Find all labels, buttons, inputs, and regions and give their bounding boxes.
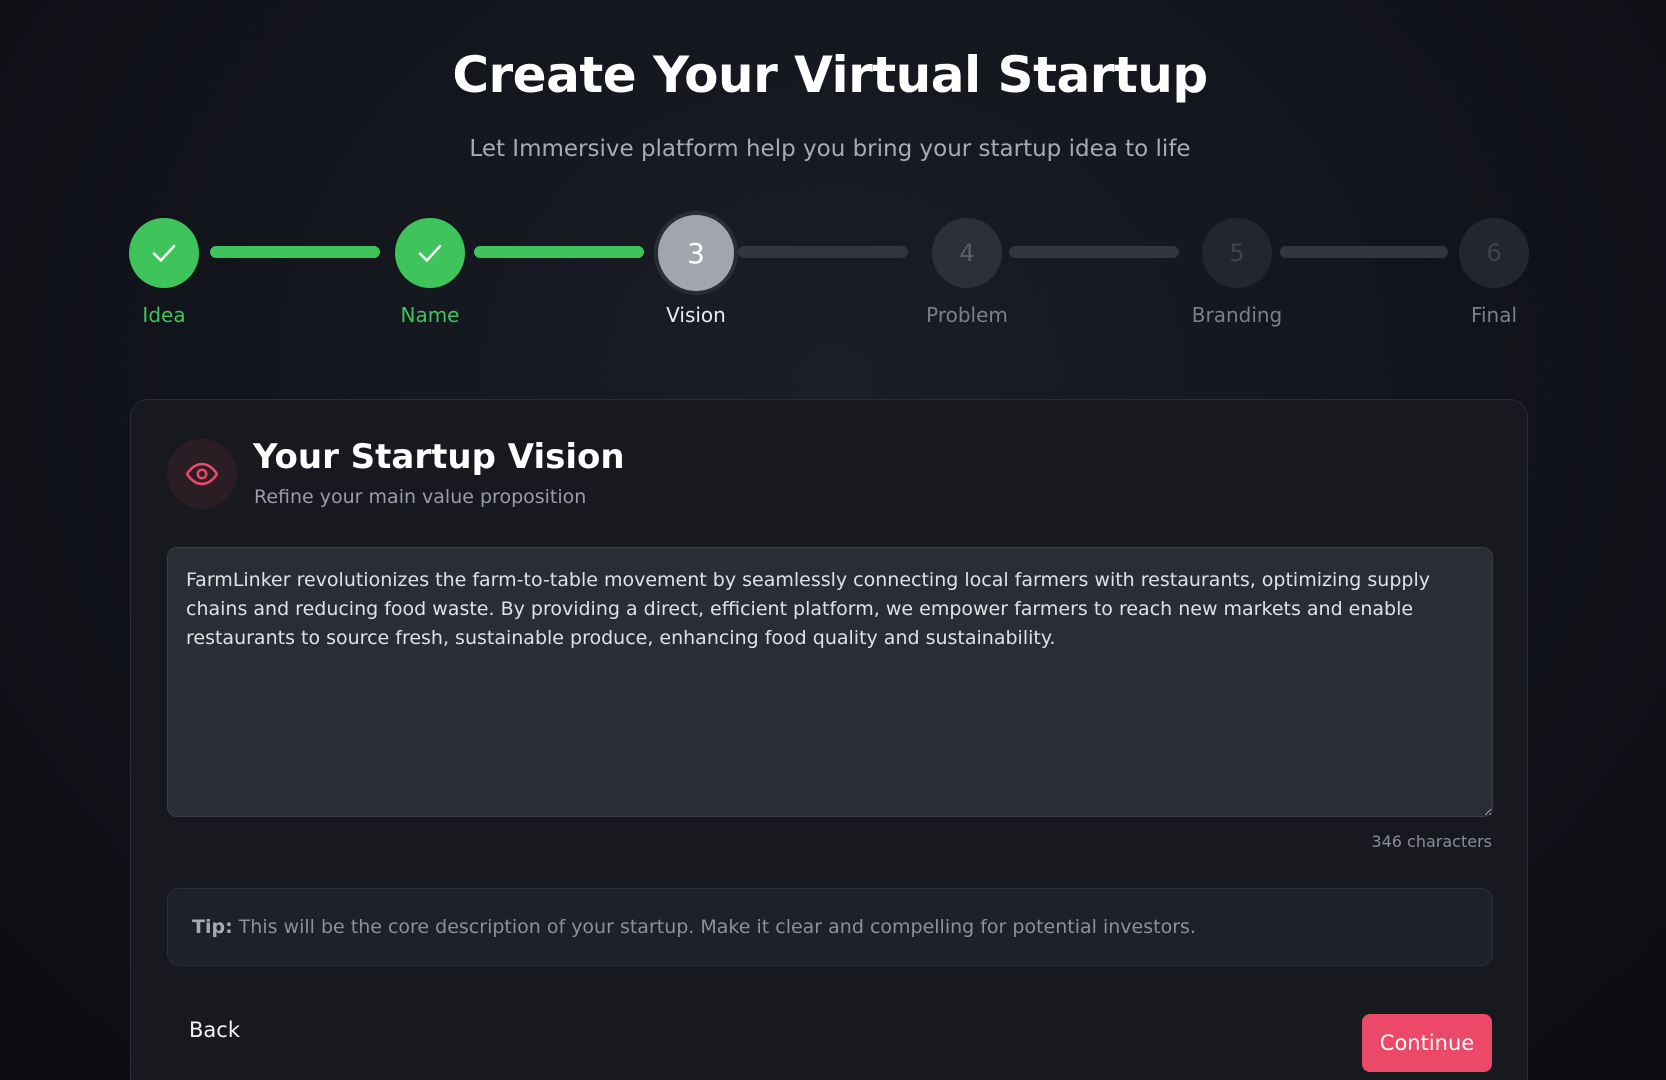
step-name-circle[interactable] — [395, 218, 465, 288]
step-branding-label: Branding — [1191, 303, 1283, 327]
step-idea-label: Idea — [142, 303, 186, 327]
card-title: Your Startup Vision — [253, 437, 625, 477]
step-final-circle[interactable]: 6 — [1459, 218, 1529, 288]
step-branding-circle[interactable]: 5 — [1202, 218, 1272, 288]
check-icon — [152, 244, 176, 262]
character-count: 346 characters — [1371, 832, 1492, 851]
step-connector-5-6 — [1280, 246, 1448, 258]
step-connector-1-2 — [210, 246, 380, 258]
tip-label: Tip: — [192, 916, 233, 938]
step-final-label: Final — [1470, 303, 1518, 327]
step-vision-circle[interactable]: 3 — [658, 215, 734, 291]
back-button[interactable]: Back — [189, 1018, 240, 1042]
step-problem-circle[interactable]: 4 — [932, 218, 1002, 288]
card-icon-badge — [167, 439, 237, 509]
vision-card: Your Startup Vision Refine your main val… — [130, 399, 1528, 1080]
step-problem-label: Problem — [926, 303, 1008, 327]
eye-icon — [185, 462, 219, 486]
card-subtitle: Refine your main value proposition — [254, 486, 587, 508]
step-connector-3-4 — [738, 246, 908, 258]
tip-text: This will be the core description of you… — [238, 916, 1196, 938]
step-name-label: Name — [400, 303, 460, 327]
step-connector-2-3 — [474, 246, 644, 258]
progress-stepper: Idea Name 3 Vision 4 Problem 5 Branding … — [0, 0, 1666, 340]
tip-box: Tip: This will be the core description o… — [167, 888, 1493, 966]
vision-textarea[interactable] — [167, 547, 1493, 817]
step-idea-circle[interactable] — [129, 218, 199, 288]
continue-button[interactable]: Continue — [1362, 1014, 1492, 1072]
step-vision-label: Vision — [666, 303, 726, 327]
step-connector-4-5 — [1009, 246, 1179, 258]
check-icon — [418, 244, 442, 262]
